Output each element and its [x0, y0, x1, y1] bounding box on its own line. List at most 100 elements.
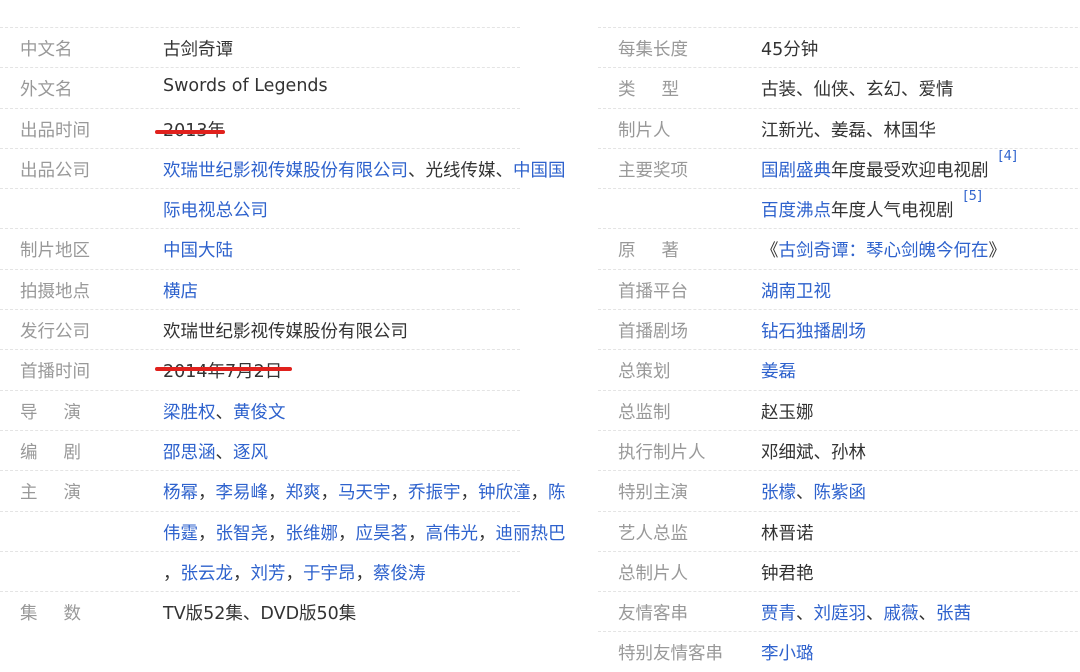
field-value: 际电视总公司 [163, 197, 268, 222]
value-text: 年度最受欢迎电视剧 [831, 160, 989, 181]
value-link[interactable]: 钟欣潼 [478, 483, 531, 503]
value-link[interactable]: 百度沸点 [761, 201, 831, 221]
field-value: 赵玉娜 [761, 399, 814, 424]
info-row: 发行公司 欢瑞世纪影视传媒股份有限公司 [0, 309, 520, 349]
info-row: ，张云龙，刘芳，于宇昂，蔡俊涛 [0, 550, 520, 591]
field-label: 特别主演 [618, 483, 688, 504]
value-text: ， [408, 523, 426, 544]
field-value: 国剧盛典年度最受欢迎电视剧 [4] [761, 149, 1017, 182]
value-link[interactable]: 李小璐 [761, 644, 814, 664]
value-link[interactable]: 张云龙 [181, 564, 234, 584]
field-label: 集数 [20, 604, 107, 625]
value-link[interactable]: 陈紫函 [814, 483, 867, 503]
value-link[interactable]: 邵思涵 [163, 443, 216, 463]
value-link[interactable]: 伟霆 [163, 524, 198, 544]
value-link[interactable]: 迪丽热巴 [496, 524, 566, 544]
value-link[interactable]: 钻石独播剧场 [761, 322, 866, 342]
field-label: 制片人 [618, 120, 671, 141]
field-value: 百度沸点年度人气电视剧 [5] [761, 189, 982, 222]
value-text: ， [198, 523, 216, 544]
field-value: 李小璐 [761, 640, 814, 665]
value-link[interactable]: 湖南卫视 [761, 282, 831, 302]
value-link[interactable]: 贾青 [761, 604, 796, 624]
value-link[interactable]: 古剑奇谭：琴心剑魄今何在 [779, 241, 989, 261]
field-label: 制片地区 [20, 241, 90, 262]
value-link[interactable]: 姜磊 [761, 362, 796, 382]
value-link[interactable]: 马天宇 [338, 483, 391, 503]
info-row: 主要奖项 国剧盛典年度最受欢迎电视剧 [4] [598, 147, 1080, 188]
value-link[interactable]: 横店 [163, 282, 198, 302]
value-text: ， [233, 563, 251, 584]
value-text: ， [338, 523, 356, 544]
field-label: 主要奖项 [618, 160, 688, 181]
field-value: 45分钟 [761, 36, 818, 61]
info-row: 中文名 古剑奇谭 [0, 27, 520, 67]
info-column-right: 每集长度 45分钟 类型 古装、仙侠、玄幻、爱情 制片人 江新光、姜磊、林国华 主要奖项 国剧… [598, 27, 1080, 672]
value-link[interactable]: 蔡俊涛 [373, 564, 426, 584]
value-link[interactable]: 中国大陆 [163, 241, 233, 261]
info-row: 每集长度 45分钟 [598, 27, 1080, 67]
field-label: 首播时间 [20, 362, 90, 383]
value-link[interactable]: 刘芳 [251, 564, 286, 584]
value-text: 、 [796, 604, 814, 625]
value-text: 钟君艳 [761, 563, 814, 584]
info-row: 出品公司 欢瑞世纪影视传媒股份有限公司、光线传媒、中国国 [0, 147, 566, 188]
highlight-underline-production-year [155, 130, 225, 134]
value-link[interactable]: 黄俊文 [233, 403, 286, 423]
value-link[interactable]: 刘庭羽 [814, 604, 867, 624]
field-value: 中国大陆 [163, 237, 233, 262]
field-value: 姜磊 [761, 358, 796, 383]
info-row: 制片人 江新光、姜磊、林国华 [598, 107, 1080, 148]
field-value: 钻石独播剧场 [761, 318, 866, 343]
value-link[interactable]: 际电视总公司 [163, 201, 268, 221]
value-link[interactable]: 应昊茗 [356, 524, 409, 544]
field-value: 欢瑞世纪影视传媒股份有限公司、光线传媒、中国国 [163, 157, 566, 182]
value-link[interactable]: 中国国 [513, 161, 566, 181]
info-row: 总制片人 钟君艳 [598, 550, 1080, 591]
value-link[interactable]: 陈 [548, 483, 566, 503]
field-label: 出品公司 [20, 160, 90, 181]
value-link[interactable]: 欢瑞世纪影视传媒股份有限公司 [163, 161, 408, 181]
info-row: 伟霆，张智尧，张维娜，应昊茗，高伟光，迪丽热巴 [0, 510, 566, 551]
value-text: 、 [215, 402, 234, 423]
value-link[interactable]: 高伟光 [426, 524, 479, 544]
value-text: ， [355, 563, 374, 584]
field-label: 首播剧场 [618, 322, 688, 343]
value-text: Swords of Legends [163, 76, 328, 97]
value-text: ， [478, 523, 496, 544]
value-text: ， [285, 563, 304, 584]
field-label: 执行制片人 [618, 442, 706, 463]
value-link[interactable]: 张智尧 [216, 524, 269, 544]
value-link[interactable]: 梁胜权 [163, 403, 216, 423]
info-row: 集数 TV版52集、DVD版50集 [0, 591, 520, 631]
citation-link[interactable]: [5] [964, 189, 982, 204]
value-link[interactable]: 张维娜 [286, 524, 339, 544]
field-value: Swords of Legends [163, 76, 328, 96]
field-label: 每集长度 [618, 40, 688, 60]
value-text: 、 [215, 442, 234, 463]
field-value: 湖南卫视 [761, 278, 831, 303]
value-text: 》 [988, 241, 1007, 262]
value-link[interactable]: 戚薇 [884, 604, 919, 624]
value-text: ， [530, 483, 549, 504]
info-row: 导演 梁胜权、黄俊文 [0, 389, 520, 430]
citation-link[interactable]: [4] [999, 149, 1017, 164]
value-link[interactable]: 国剧盛典 [761, 161, 831, 181]
field-label: 总制片人 [618, 563, 688, 584]
value-link[interactable]: 张檬 [761, 483, 796, 503]
field-label: 中文名 [20, 40, 73, 60]
value-link[interactable]: 乔振宇 [408, 483, 461, 503]
info-row: 执行制片人 邓细斌、孙林 [598, 429, 1080, 470]
value-text: TV版52集、DVD版50集 [163, 604, 357, 625]
value-link[interactable]: 李易峰 [216, 483, 269, 503]
field-label: 艺人总监 [618, 523, 688, 544]
field-label: 类型 [618, 80, 705, 101]
value-link[interactable]: 杨幂 [163, 483, 198, 503]
value-link[interactable]: 郑爽 [286, 483, 321, 503]
info-row: 百度沸点年度人气电视剧 [5] [598, 188, 1080, 228]
value-link[interactable]: 于宇昂 [303, 564, 356, 584]
value-link[interactable]: 张茜 [936, 604, 971, 624]
value-text: 林晋诺 [761, 523, 814, 544]
field-value: 《古剑奇谭：琴心剑魄今何在》 [761, 237, 1006, 262]
value-link[interactable]: 逐风 [233, 443, 268, 463]
